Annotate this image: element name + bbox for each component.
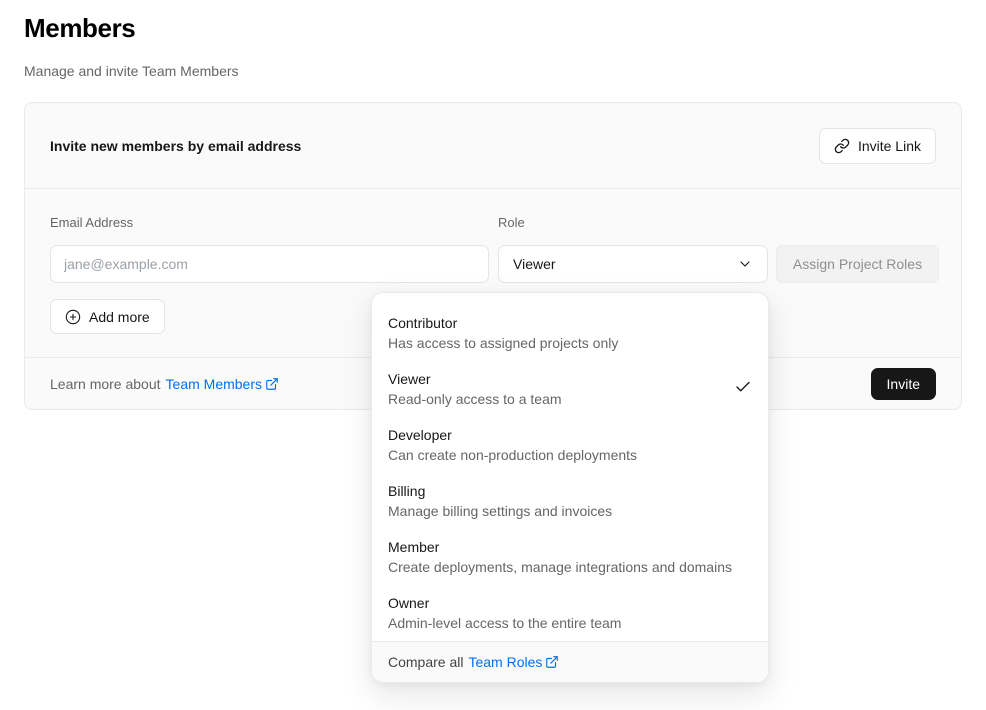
invite-link-label: Invite Link — [858, 138, 921, 154]
team-roles-link-label: Team Roles — [468, 652, 542, 672]
invite-button[interactable]: Invite — [871, 368, 936, 400]
team-members-link[interactable]: Team Members — [166, 376, 279, 392]
role-select[interactable]: Viewer — [498, 245, 768, 283]
invite-card-header: Invite new members by email address Invi… — [25, 103, 961, 189]
role-option-member[interactable]: Member Create deployments, manage integr… — [372, 529, 768, 585]
role-option-name: Viewer — [388, 369, 562, 389]
assign-project-roles-button[interactable]: Assign Project Roles — [776, 245, 939, 283]
role-option-viewer[interactable]: Viewer Read-only access to a team — [372, 361, 768, 417]
chevron-down-icon — [737, 256, 753, 272]
role-option-name: Developer — [388, 425, 637, 445]
role-option-description: Create deployments, manage integrations … — [388, 557, 732, 577]
invite-card-title: Invite new members by email address — [50, 138, 301, 154]
role-select-value: Viewer — [513, 256, 556, 272]
learn-more-text: Learn more about Team Members — [50, 376, 279, 392]
external-link-icon — [545, 655, 559, 669]
page-subtitle: Manage and invite Team Members — [24, 63, 239, 79]
email-address-label: Email Address — [50, 215, 133, 230]
plus-circle-icon — [65, 309, 81, 325]
role-dropdown-list: Contributor Has access to assigned proje… — [372, 293, 768, 641]
team-roles-link[interactable]: Team Roles — [468, 652, 559, 672]
external-link-icon — [265, 377, 279, 391]
role-option-name: Owner — [388, 593, 621, 613]
role-dropdown-footer: Compare all Team Roles — [372, 641, 768, 682]
check-icon — [734, 378, 752, 401]
email-input[interactable] — [50, 245, 489, 283]
add-more-button[interactable]: Add more — [50, 299, 165, 334]
role-option-name: Billing — [388, 481, 612, 501]
role-label: Role — [498, 215, 525, 230]
team-members-link-label: Team Members — [166, 376, 262, 392]
role-option-description: Can create non-production deployments — [388, 445, 637, 465]
role-option-contributor[interactable]: Contributor Has access to assigned proje… — [372, 305, 768, 361]
page-title: Members — [24, 13, 135, 44]
invite-link-button[interactable]: Invite Link — [819, 128, 936, 164]
role-option-description: Manage billing settings and invoices — [388, 501, 612, 521]
compare-all-prefix: Compare all — [388, 652, 463, 672]
role-option-description: Has access to assigned projects only — [388, 333, 618, 353]
role-option-developer[interactable]: Developer Can create non-production depl… — [372, 417, 768, 473]
add-more-label: Add more — [89, 309, 150, 325]
members-page: Members Manage and invite Team Members I… — [0, 0, 986, 710]
role-option-description: Read-only access to a team — [388, 389, 562, 409]
role-option-description: Admin-level access to the entire team — [388, 613, 621, 633]
role-option-owner[interactable]: Owner Admin-level access to the entire t… — [372, 585, 768, 641]
role-option-billing[interactable]: Billing Manage billing settings and invo… — [372, 473, 768, 529]
role-dropdown-menu: Contributor Has access to assigned proje… — [371, 292, 769, 683]
link-icon — [834, 138, 850, 154]
role-option-name: Contributor — [388, 313, 618, 333]
learn-more-prefix: Learn more about — [50, 376, 161, 392]
role-option-name: Member — [388, 537, 732, 557]
